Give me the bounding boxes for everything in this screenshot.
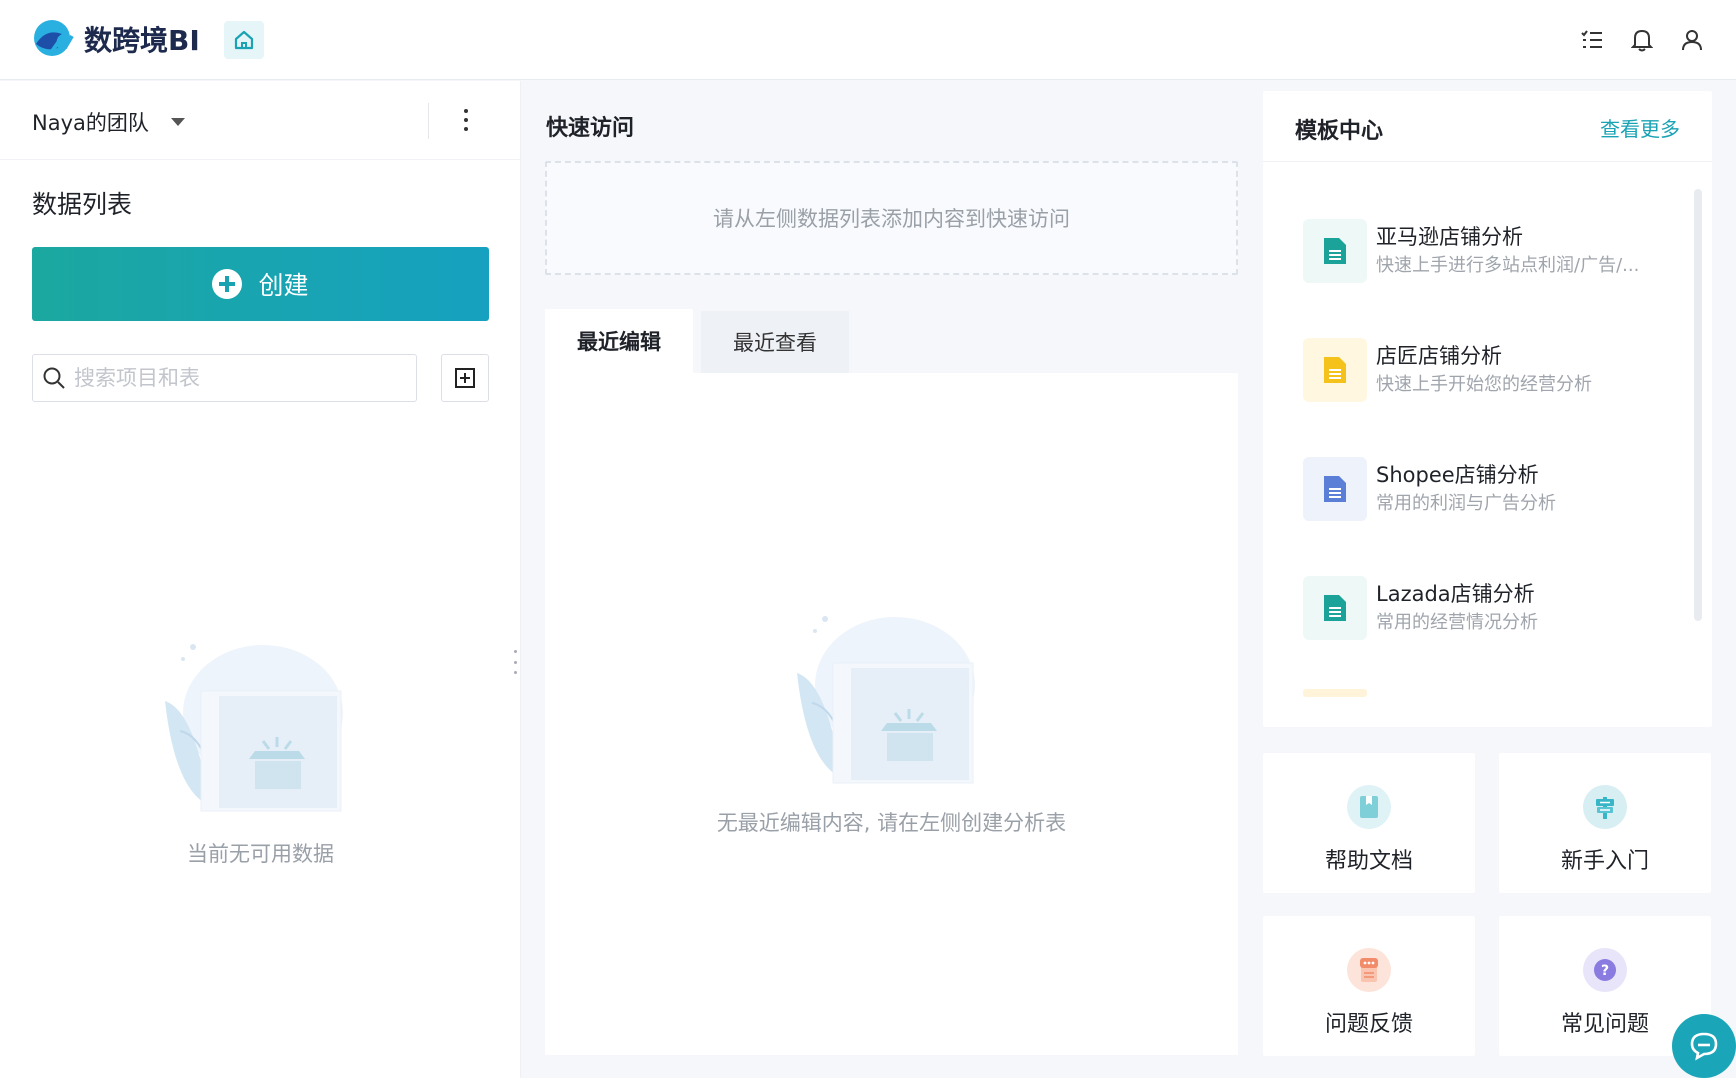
dot [514, 661, 517, 664]
svg-text:?: ? [1601, 963, 1609, 979]
recent-empty-text: 无最近编辑内容, 请在左侧创建分析表 [545, 807, 1238, 837]
template-name: 店匠店铺分析 [1376, 340, 1502, 370]
home-icon [233, 29, 255, 51]
caret-down-icon [171, 118, 185, 126]
template-center-title: 模板中心 [1295, 113, 1383, 145]
view-more-link[interactable]: 查看更多 [1600, 113, 1680, 142]
plus-circle-icon [212, 269, 242, 299]
help-doc-tile[interactable]: 帮助文档 [1263, 753, 1475, 893]
document-icon [1303, 576, 1367, 640]
plus-square-icon [454, 367, 476, 389]
document-icon [1303, 457, 1367, 521]
tab-label: 最近编辑 [577, 326, 661, 356]
template-scrollbar[interactable] [1694, 189, 1702, 621]
template-name: 亚马逊店铺分析 [1376, 221, 1523, 251]
document-icon [1303, 338, 1367, 402]
create-button[interactable]: 创建 [32, 247, 489, 321]
search-icon [42, 366, 66, 390]
tile-label: 帮助文档 [1263, 843, 1475, 875]
template-center-card: 模板中心 查看更多 亚马逊店铺分析 快速上手进行多站点利润/广告/... 店匠店… [1263, 91, 1712, 727]
user-icon [1681, 28, 1703, 52]
beginner-guide-tile[interactable]: 新手入门 [1499, 753, 1711, 893]
tile-label: 问题反馈 [1263, 1006, 1475, 1038]
template-item-shoplazza[interactable]: 店匠店铺分析 快速上手开始您的经营分析 [1303, 334, 1683, 404]
dot [464, 118, 468, 122]
customer-service-button[interactable] [1672, 1014, 1736, 1078]
app-logo[interactable]: 数跨境BI [32, 18, 200, 60]
bell-icon [1631, 28, 1653, 52]
add-item-button[interactable] [441, 354, 489, 402]
tab-label: 最近查看 [733, 327, 817, 357]
feedback-tile[interactable]: 问题反馈 [1263, 916, 1475, 1056]
more-menu-button[interactable] [455, 103, 477, 137]
notification-button[interactable] [1628, 26, 1656, 54]
feedback-icon [1347, 948, 1391, 992]
empty-illustration [155, 641, 375, 821]
home-button[interactable] [224, 21, 264, 59]
dot [514, 671, 517, 674]
empty-illustration [787, 613, 1007, 793]
chat-icon [1687, 1029, 1721, 1063]
team-dropdown[interactable]: Naya的团队 [32, 107, 185, 137]
data-list-title: 数据列表 [32, 185, 132, 221]
team-selector-row: Naya的团队 [0, 81, 521, 160]
document-icon [1303, 219, 1367, 283]
top-header: 数跨境BI [0, 0, 1736, 80]
task-list-icon [1580, 28, 1604, 52]
template-desc: 快速上手开始您的经营分析 [1376, 370, 1661, 396]
quick-access-empty-text: 请从左侧数据列表添加内容到快速访问 [713, 203, 1070, 233]
beginner-icon [1583, 785, 1627, 829]
create-label: 创建 [258, 266, 308, 302]
logo-icon [32, 18, 76, 60]
recent-tabs: 最近编辑 最近查看 [545, 309, 849, 373]
template-item-shopee[interactable]: Shopee店铺分析 常用的利润与广告分析 [1303, 453, 1683, 523]
tile-label: 新手入门 [1499, 843, 1711, 875]
template-desc: 快速上手进行多站点利润/广告/... [1376, 251, 1661, 277]
divider [428, 103, 429, 139]
team-name: Naya的团队 [32, 107, 149, 137]
template-desc: 常用的经营情况分析 [1376, 608, 1661, 634]
divider [1263, 161, 1712, 162]
tab-recent-viewed[interactable]: 最近查看 [701, 311, 849, 373]
recent-content-area [545, 373, 1238, 1055]
template-item-lazada[interactable]: Lazada店铺分析 常用的经营情况分析 [1303, 572, 1683, 642]
resize-handle[interactable] [512, 650, 518, 674]
template-item-amazon[interactable]: 亚马逊店铺分析 快速上手进行多站点利润/广告/... [1303, 215, 1683, 285]
task-list-button[interactable] [1578, 26, 1606, 54]
dot [464, 127, 468, 131]
faq-icon: ? [1583, 948, 1627, 992]
empty-state-text: 当前无可用数据 [0, 838, 521, 868]
next-template-peek [1303, 689, 1367, 697]
template-name: Shopee店铺分析 [1376, 459, 1539, 489]
quick-access-dropzone: 请从左侧数据列表添加内容到快速访问 [545, 161, 1238, 275]
user-menu-button[interactable] [1678, 26, 1706, 54]
search-box [32, 354, 417, 402]
dot [514, 650, 517, 653]
search-input[interactable] [74, 366, 394, 390]
tab-recent-edited[interactable]: 最近编辑 [545, 309, 693, 373]
help-doc-icon [1347, 785, 1391, 829]
dot [464, 109, 468, 113]
template-name: Lazada店铺分析 [1376, 578, 1535, 608]
template-desc: 常用的利润与广告分析 [1376, 489, 1661, 515]
quick-access-title: 快速访问 [546, 110, 634, 142]
app-name: 数跨境BI [84, 19, 200, 59]
data-list-panel: Naya的团队 数据列表 创建 当前无可用数据 [0, 81, 521, 1078]
